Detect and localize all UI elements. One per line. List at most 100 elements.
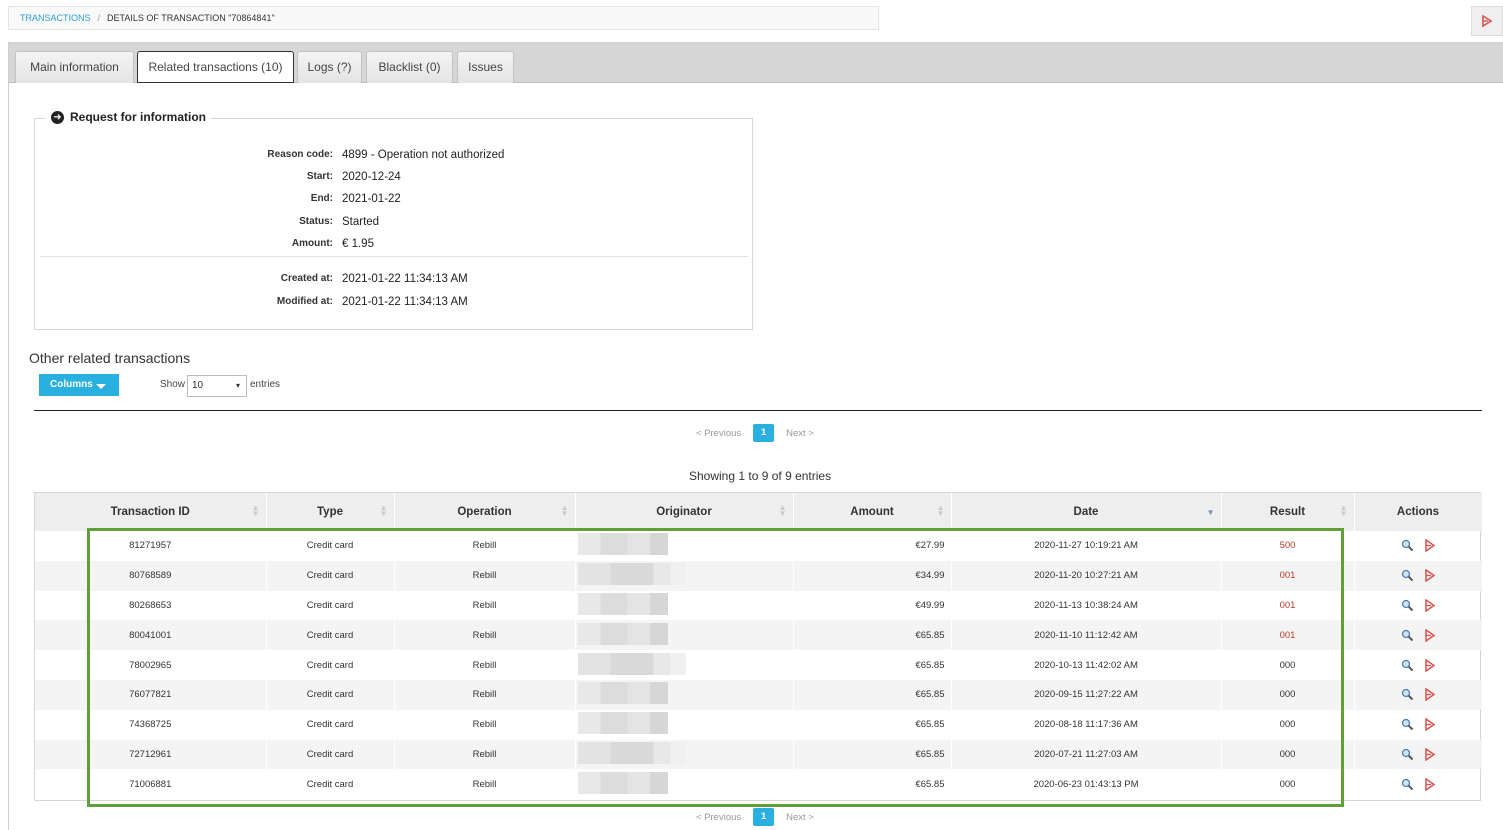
column-header-type[interactable]: Type ▲ ▼ [266,493,395,531]
cell-type: Credit card [266,739,395,770]
cell-type: Credit card [266,590,395,621]
redacted-originator [577,563,686,586]
table-row[interactable]: 80268653 Credit card Rebill €49.99 2020-11-1… [35,590,1483,621]
cell-operation: Rebill [394,709,576,740]
column-header-operation[interactable]: Operation ▲ ▼ [394,493,576,531]
table-row[interactable]: 71006881 Credit card Rebill €65.85 2020-06-2… [35,769,1483,800]
cell-transaction-id: 74368725 [35,709,267,740]
pdf-icon[interactable] [1424,688,1436,702]
page-size-select[interactable]: 10 ▾ [187,375,247,397]
table-header-row: Transaction ID ▲ ▼ Type ▲ ▼ Operation ▲ ▼ Orig… [35,493,1483,531]
tab-related-transactions[interactable]: Related transactions (10) [137,51,294,83]
caret-down-icon [96,384,106,389]
magnifier-icon[interactable] [1401,569,1414,582]
magnifier-icon[interactable] [1401,688,1414,701]
magnifier-icon[interactable] [1401,539,1414,552]
request-info-title: Request for information [70,110,207,124]
previous-page-link[interactable]: < Previous [696,812,741,823]
chevron-down-icon: ▾ [235,381,240,390]
cell-type: Credit card [266,620,395,651]
field-label: Status: [299,216,333,227]
divider [40,256,748,257]
pdf-icon[interactable] [1424,628,1436,642]
column-header-transaction-id[interactable]: Transaction ID ▲ ▼ [35,493,267,531]
column-header-originator[interactable]: Originator ▲ ▼ [575,493,794,531]
tab-logs[interactable]: Logs (?) [297,51,362,83]
table-row[interactable]: 80768589 Credit card Rebill €34.99 2020-11-2… [35,560,1483,591]
tab-issues[interactable]: Issues [457,51,514,83]
cell-operation: Rebill [394,679,576,710]
pdf-icon[interactable] [1424,569,1436,583]
cell-actions [1354,531,1483,561]
pdf-icon[interactable] [1424,718,1436,732]
table-row[interactable]: 72712961 Credit card Rebill €65.85 2020-07-2… [35,739,1483,770]
cell-originator [575,709,794,740]
tab-blacklist[interactable]: Blacklist (0) [366,51,453,83]
cell-amount: €65.85 [793,620,952,651]
column-header-amount[interactable]: Amount ▲ ▼ [793,493,952,531]
cell-date: 2020-10-13 11:42:02 AM [951,650,1222,680]
cell-result: 001 [1221,590,1355,621]
field-label: End: [310,193,333,204]
cell-amount: €65.85 [793,650,952,680]
section-title: Other related transactions [29,350,191,366]
columns-button[interactable]: Columns [39,374,119,396]
breadcrumb-separator: / [97,13,101,23]
cell-type: Credit card [266,709,395,740]
pdf-icon[interactable] [1424,658,1436,672]
cell-amount: €65.85 [793,739,952,770]
pagination-top: < Previous 1 Next > [696,424,814,442]
cell-originator [575,590,794,621]
magnifier-icon[interactable] [1401,599,1414,612]
redacted-originator [577,533,668,556]
cell-originator [575,650,794,680]
magnifier-icon[interactable] [1401,778,1414,791]
pdf-icon[interactable] [1424,539,1436,553]
field-value: 4899 - Operation not authorized [342,149,505,161]
cell-result: 000 [1221,739,1355,770]
column-header-date[interactable]: Date ▼ [951,493,1222,531]
field-value: Started [342,216,380,228]
cell-actions [1354,620,1483,651]
breadcrumb-current: DETAILS OF TRANSACTION "70864841" [107,13,275,23]
entries-label: entries [250,379,281,390]
redacted-originator [577,682,668,705]
column-header-result[interactable]: Result ▲ ▼ [1221,493,1355,531]
redacted-originator [577,652,686,675]
next-page-link[interactable]: Next > [786,812,814,823]
magnifier-icon[interactable] [1401,659,1414,672]
page-1-button[interactable]: 1 [753,808,775,826]
magnifier-icon[interactable] [1401,718,1414,731]
table-row[interactable]: 81271957 Credit card Rebill €27.99 2020-11-2… [35,531,1483,561]
cell-date: 2020-11-27 10:19:21 AM [951,531,1222,561]
table-row[interactable]: 76077821 Credit card Rebill €65.85 2020-09-1… [35,679,1483,710]
magnifier-icon[interactable] [1401,748,1414,761]
breadcrumb-transactions-link[interactable]: TRANSACTIONS [20,13,91,23]
table-row[interactable]: 80041001 Credit card Rebill €65.85 2020-11-1… [35,620,1483,651]
cell-originator [575,679,794,710]
tab-main-information[interactable]: Main information [15,51,134,83]
cell-transaction-id: 76077821 [35,679,267,710]
page-1-button[interactable]: 1 [753,424,775,442]
previous-page-link[interactable]: < Previous [696,428,741,439]
cell-transaction-id: 80768589 [35,560,267,591]
cell-operation: Rebill [394,590,576,621]
next-page-link[interactable]: Next > [786,428,814,439]
cell-result: 001 [1221,620,1355,651]
cell-operation: Rebill [394,769,576,800]
cell-amount: €65.85 [793,769,952,800]
table-row[interactable]: 74368725 Credit card Rebill €65.85 2020-08-1… [35,709,1483,740]
table-row[interactable]: 78002965 Credit card Rebill €65.85 2020-10-1… [35,650,1483,680]
page-size-value: 10 [192,380,204,391]
cell-originator [575,531,794,561]
redacted-originator [577,771,668,794]
pdf-icon[interactable] [1424,598,1436,612]
cell-transaction-id: 81271957 [35,531,267,561]
pdf-icon[interactable] [1424,777,1436,791]
cell-actions [1354,560,1483,591]
pdf-icon[interactable] [1424,747,1436,761]
pdf-export-button[interactable] [1471,6,1503,36]
tab-bar: Main information Related transactions (1… [9,43,1503,83]
field-value: € 1.95 [342,238,374,250]
magnifier-icon[interactable] [1401,629,1414,642]
